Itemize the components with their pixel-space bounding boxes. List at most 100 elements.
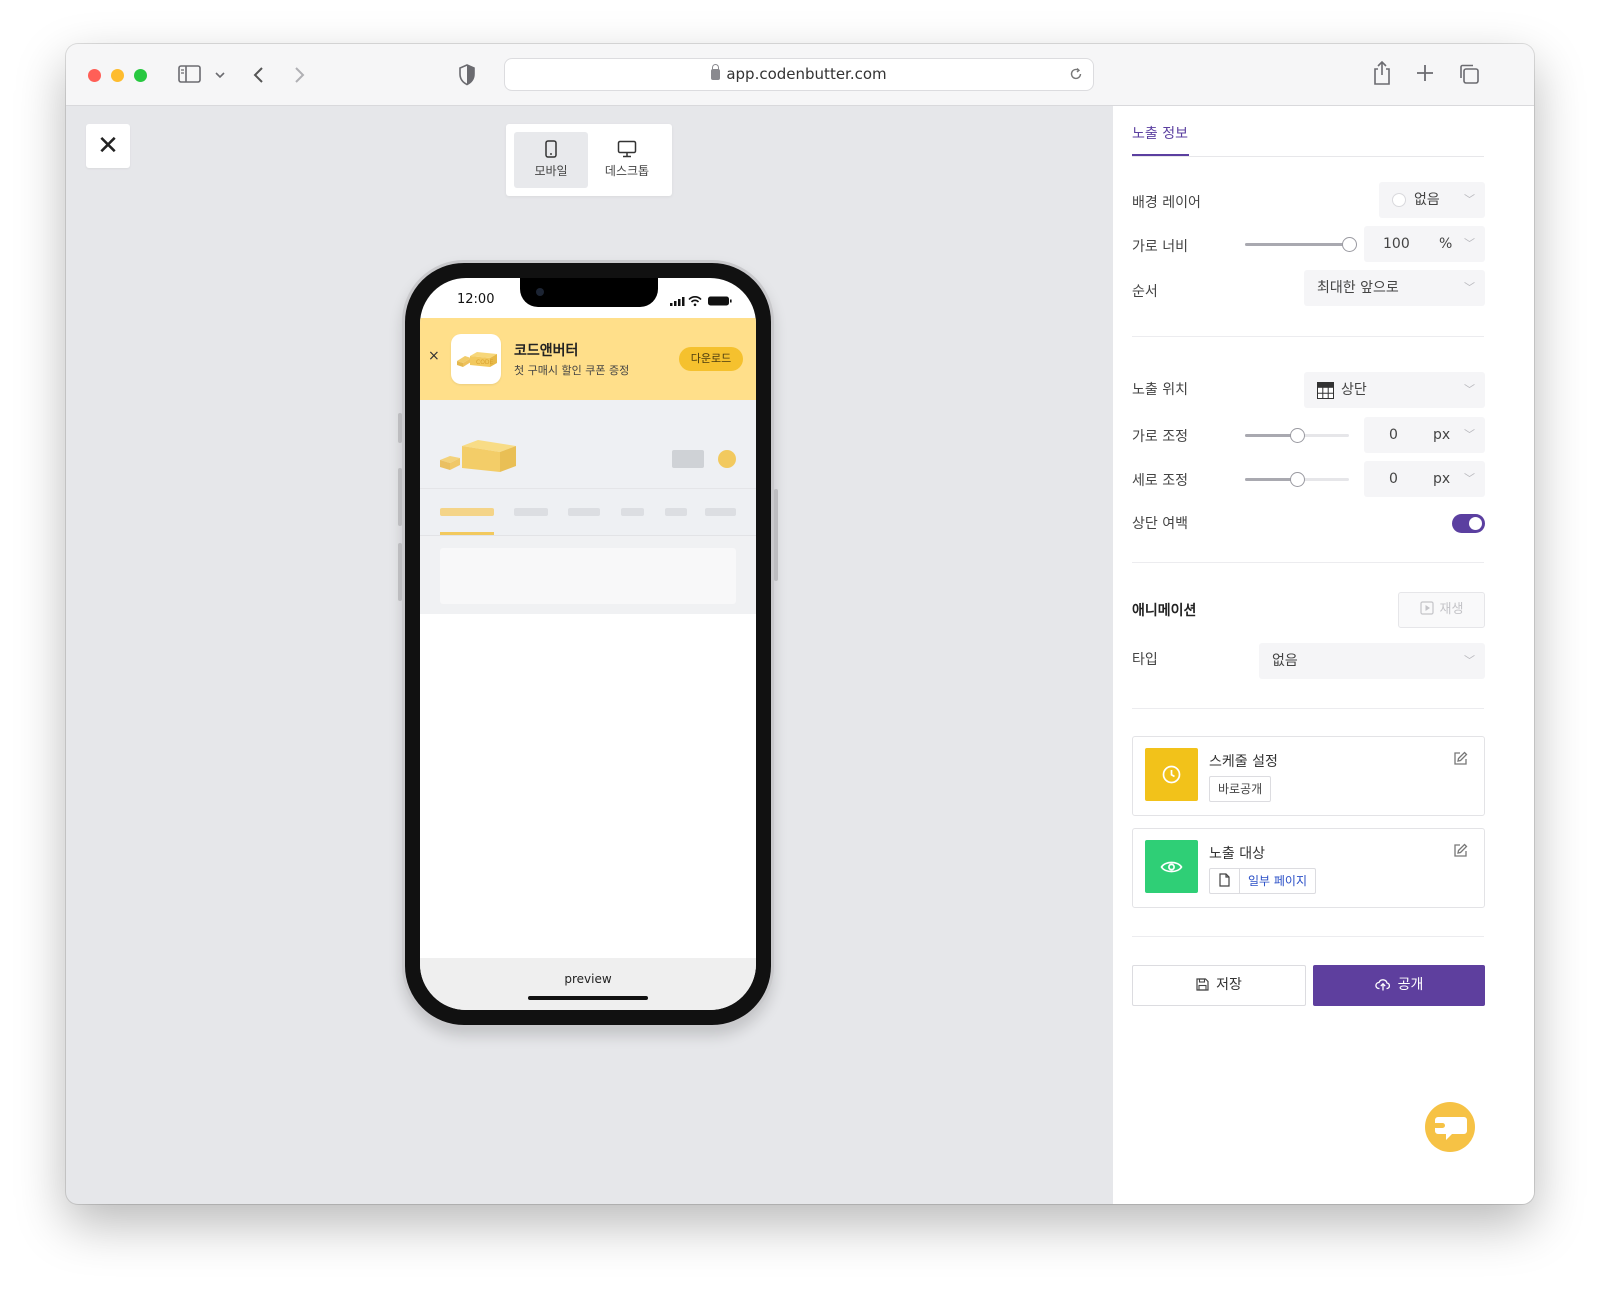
offset-x-unit[interactable]: px (1433, 417, 1450, 453)
section-divider (1132, 708, 1484, 709)
chevron-down-icon: ﹀ (1464, 472, 1475, 485)
edit-icon[interactable] (1453, 843, 1468, 862)
desktop-icon (617, 140, 637, 158)
close-editor-button[interactable]: ✕ (86, 124, 130, 168)
phone-side-button (774, 489, 778, 581)
device-toggle: 모바일 데스크톱 (506, 124, 672, 196)
app-icon: CODE (451, 334, 501, 384)
mobile-view-label: 모바일 (534, 164, 568, 178)
width-slider-knob[interactable] (1342, 237, 1357, 252)
forward-icon[interactable] (292, 65, 306, 89)
background-layer-select[interactable]: 없음 ﹀ (1379, 182, 1485, 218)
schedule-card[interactable]: 스케줄 설정 바로공개 (1132, 736, 1485, 816)
minimize-window-button[interactable] (111, 69, 124, 82)
width-slider-fill (1245, 243, 1349, 246)
signal-wifi-battery-icon (670, 295, 732, 307)
offset-y-slider-knob[interactable] (1290, 472, 1305, 487)
phone-preview: 12:00 × CODE 코드앤버터 첫 구매시 할인 쿠폰 증정 다운로드 p… (398, 260, 778, 1028)
desktop-view-button[interactable]: 데스크톱 (590, 132, 664, 188)
grid-position-icon (1317, 382, 1334, 399)
top-margin-toggle[interactable] (1452, 514, 1485, 533)
save-icon (1196, 978, 1209, 991)
offset-x-label: 가로 조정 (1132, 429, 1188, 445)
edit-icon[interactable] (1453, 751, 1468, 770)
status-time: 12:00 (457, 292, 495, 307)
shield-icon[interactable] (458, 64, 476, 90)
width-unit[interactable]: % (1439, 226, 1452, 262)
chevron-down-icon: ﹀ (1464, 237, 1475, 250)
home-indicator (528, 996, 648, 1000)
publish-button[interactable]: 공개 (1313, 965, 1485, 1006)
butter-illustration-icon (440, 440, 516, 472)
order-label: 순서 (1132, 284, 1158, 300)
tab-active-indicator (1132, 154, 1189, 156)
save-button[interactable]: 저장 (1132, 965, 1306, 1006)
animation-type-label: 타입 (1132, 652, 1158, 668)
back-icon[interactable] (252, 65, 266, 89)
tab-placeholder (621, 508, 644, 516)
target-icon-tile (1145, 840, 1198, 893)
phone-screen: 12:00 × CODE 코드앤버터 첫 구매시 할인 쿠폰 증정 다운로드 p… (420, 278, 756, 1010)
sidebar-toggle-icon[interactable] (178, 64, 202, 88)
tab-overview-icon[interactable] (1458, 63, 1480, 89)
chevron-down-icon: ﹀ (1464, 383, 1475, 396)
share-icon[interactable] (1372, 60, 1392, 90)
clock-icon (1162, 765, 1181, 784)
schedule-chip: 바로공개 (1209, 776, 1272, 802)
banner-close-icon[interactable]: × (428, 348, 440, 364)
target-card[interactable]: 노출 대상 일부 페이지 (1132, 828, 1485, 908)
width-value: 100 (1383, 236, 1410, 252)
play-label: 재생 (1439, 602, 1464, 617)
animation-type-value: 없음 (1272, 653, 1298, 669)
butter-logo-icon: CODE (457, 352, 497, 367)
animation-heading: 애니메이션 (1132, 603, 1197, 619)
chevron-down-icon[interactable] (214, 67, 226, 85)
top-margin-label: 상단 여백 (1132, 516, 1188, 532)
preview-bar: preview (420, 958, 756, 1010)
tab-exposure-info[interactable]: 노출 정보 (1132, 123, 1188, 143)
position-select[interactable]: 상단 ﹀ (1304, 372, 1485, 408)
chevron-down-icon: ﹀ (1464, 193, 1475, 206)
play-animation-button[interactable]: 재생 (1398, 592, 1485, 628)
chevron-down-icon: ﹀ (1464, 654, 1475, 667)
schedule-title: 스케줄 설정 (1209, 754, 1278, 770)
animation-type-select[interactable]: 없음 ﹀ (1259, 643, 1485, 679)
chat-button[interactable] (1425, 1102, 1475, 1152)
offset-y-input[interactable]: 0 px ﹀ (1364, 461, 1485, 497)
offset-x-slider[interactable] (1245, 428, 1349, 443)
zoom-window-button[interactable] (134, 69, 147, 82)
section-divider (1132, 936, 1484, 937)
new-tab-icon[interactable] (1416, 64, 1434, 86)
width-slider[interactable] (1245, 237, 1357, 252)
nav-placeholder-dot (718, 450, 736, 468)
mobile-view-button[interactable]: 모바일 (514, 132, 588, 188)
tab-rule (1132, 156, 1484, 157)
section-divider (1132, 562, 1484, 563)
banner-subtitle: 첫 구매시 할인 쿠폰 증정 (514, 364, 630, 377)
address-bar[interactable]: app.codenbutter.com (504, 58, 1094, 91)
offset-y-slider[interactable] (1245, 472, 1349, 487)
eye-icon (1160, 861, 1183, 873)
phone-side-button (398, 468, 402, 526)
width-input[interactable]: 100 % ﹀ (1364, 226, 1485, 262)
section-divider (1132, 336, 1484, 337)
offset-y-unit[interactable]: px (1433, 461, 1450, 497)
phone-side-button (398, 413, 402, 443)
offset-x-slider-knob[interactable] (1290, 428, 1305, 443)
nav-placeholder-box (672, 450, 704, 468)
background-layer-value: 없음 (1414, 192, 1440, 208)
publish-label: 공개 (1397, 977, 1424, 993)
phone-side-button (398, 543, 402, 601)
url-text: app.codenbutter.com (726, 65, 887, 83)
order-select[interactable]: 최대한 앞으로 ﹀ (1304, 270, 1485, 306)
page-placeholder (420, 400, 756, 614)
target-chip: 일부 페이지 (1209, 868, 1317, 894)
reload-icon[interactable] (1069, 59, 1083, 90)
offset-x-input[interactable]: 0 px ﹀ (1364, 417, 1485, 453)
order-value: 최대한 앞으로 (1317, 280, 1399, 296)
close-window-button[interactable] (88, 69, 101, 82)
banner-download-button[interactable]: 다운로드 (679, 347, 743, 371)
tab-underline (440, 532, 494, 535)
cloud-upload-icon (1374, 979, 1390, 991)
preview-label: preview (564, 972, 612, 986)
